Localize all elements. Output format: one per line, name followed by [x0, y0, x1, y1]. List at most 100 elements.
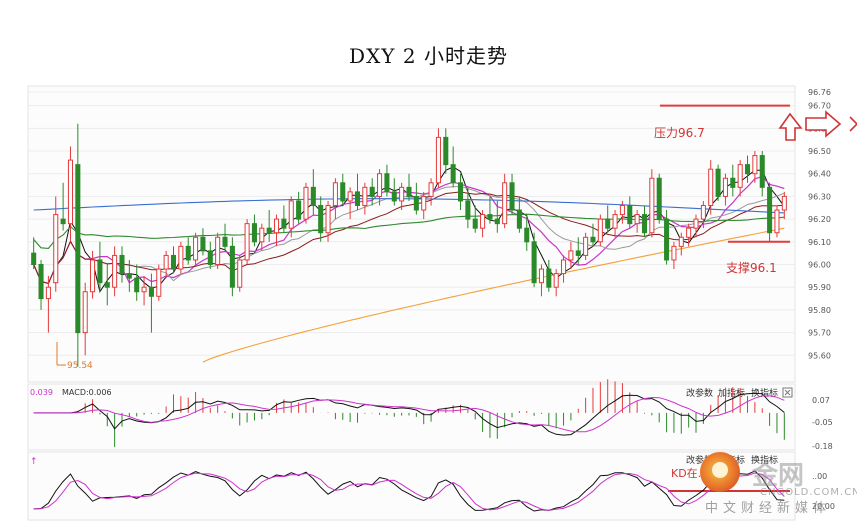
candle-body — [700, 204, 706, 220]
candle-body — [325, 204, 331, 234]
candle — [767, 182, 773, 242]
candle-body — [664, 218, 670, 261]
candle-body — [75, 164, 81, 334]
candle — [237, 255, 243, 292]
candle-body — [281, 218, 287, 229]
candle-body — [222, 236, 228, 247]
candle-body — [421, 195, 427, 211]
candle-body — [53, 214, 59, 284]
candle-body — [60, 218, 66, 225]
candle-body — [97, 259, 103, 284]
candle-body — [332, 182, 338, 206]
resistance-label: 压力96.7 — [654, 126, 705, 140]
y-tick-label: 96.00 — [808, 261, 831, 270]
candle-body — [200, 236, 206, 252]
candle — [156, 264, 162, 301]
candle — [656, 173, 662, 224]
candle-body — [215, 236, 221, 266]
candle — [244, 219, 250, 265]
candle-body — [391, 191, 397, 202]
candle — [303, 182, 309, 224]
candle — [178, 241, 184, 274]
macd-panel: 0.039 MACD:0.006 改参数 加指标 换指标 0.07-0.05-0… — [27, 379, 833, 451]
candle-body — [627, 204, 633, 225]
candle-body — [31, 252, 37, 266]
candle-body — [156, 268, 162, 297]
candle-body — [502, 182, 508, 225]
candle — [597, 214, 603, 247]
candle-body — [244, 223, 250, 261]
candle-body — [708, 168, 714, 206]
chevron-right-icon[interactable] — [849, 116, 857, 132]
candle-body — [450, 164, 456, 184]
y-tick-label: 96.20 — [808, 215, 831, 224]
candle-body — [487, 214, 493, 220]
candle-body — [516, 209, 522, 229]
candle-body — [561, 259, 567, 275]
macd-y-tick-label: -0.18 — [812, 442, 833, 451]
candle-body — [266, 227, 272, 234]
macd-value: 0.039 — [30, 388, 53, 397]
candle — [583, 232, 589, 260]
candle-body — [178, 245, 184, 270]
candle-body — [90, 259, 96, 293]
candle-body — [274, 218, 280, 234]
candle-body — [634, 214, 640, 225]
y-tick-label: 96.50 — [808, 147, 831, 156]
candle-body — [134, 277, 140, 293]
candle-body — [678, 236, 684, 247]
candle-body — [590, 236, 596, 243]
y-tick-label: 96.30 — [808, 192, 831, 201]
candle — [193, 232, 199, 265]
close-icon[interactable] — [782, 387, 793, 398]
y-tick-label: 95.70 — [808, 329, 831, 338]
candle-body — [207, 250, 213, 266]
candle-body — [745, 164, 751, 175]
y-tick-label: 96.70 — [808, 102, 831, 111]
macd-panel-frame — [27, 383, 796, 451]
macd-change-params-button[interactable]: 改参数 — [686, 387, 713, 399]
candle-body — [737, 164, 743, 188]
candle-body — [575, 250, 581, 256]
candle-body — [443, 136, 449, 166]
candle-body — [288, 200, 294, 229]
candle-body — [767, 186, 773, 234]
candle-body — [686, 227, 692, 238]
candle-body — [722, 177, 728, 197]
candle-body — [141, 286, 147, 293]
candle-body — [583, 236, 589, 256]
y-tick-label: 96.76 — [808, 88, 831, 97]
candle-body — [384, 173, 390, 193]
candle-body — [163, 254, 169, 270]
candle-body — [170, 254, 177, 270]
candle-body — [605, 218, 611, 229]
kd-arrow-icon: ↑ — [30, 457, 38, 467]
macd-y-tick-label: -0.05 — [812, 418, 833, 427]
chart-canvas: 96.7696.7096.6096.5096.4096.3096.2096.10… — [27, 85, 857, 521]
macd-y-axis: 0.07 -0.05 -0.18 — [812, 396, 833, 451]
candle-body — [752, 155, 758, 175]
macd-add-indicator-button[interactable]: 加指标 — [718, 387, 745, 399]
candle-body — [413, 195, 419, 211]
candle-body — [251, 223, 257, 243]
candle-body — [193, 236, 199, 261]
candle-body — [406, 186, 412, 197]
candle-body — [82, 291, 88, 334]
candle — [229, 237, 235, 297]
candle-body — [148, 286, 154, 297]
candle — [649, 169, 655, 238]
y-tick-label: 95.90 — [808, 283, 831, 292]
candle-body — [531, 241, 537, 284]
candle-body — [318, 204, 324, 234]
y-tick-label: 95.60 — [808, 351, 831, 360]
main-panel: 96.7696.7096.6096.5096.4096.3096.2096.10… — [27, 85, 857, 383]
candle-body — [185, 245, 191, 261]
candle-body — [435, 136, 441, 184]
candle-body — [119, 254, 125, 275]
kd-y-tick-label: ..00 — [812, 472, 827, 481]
candle-body — [597, 218, 603, 243]
candle-body — [38, 264, 44, 300]
candle-body — [428, 182, 434, 197]
low-marker-label: 95.54 — [67, 361, 93, 371]
candle-body — [104, 282, 110, 288]
